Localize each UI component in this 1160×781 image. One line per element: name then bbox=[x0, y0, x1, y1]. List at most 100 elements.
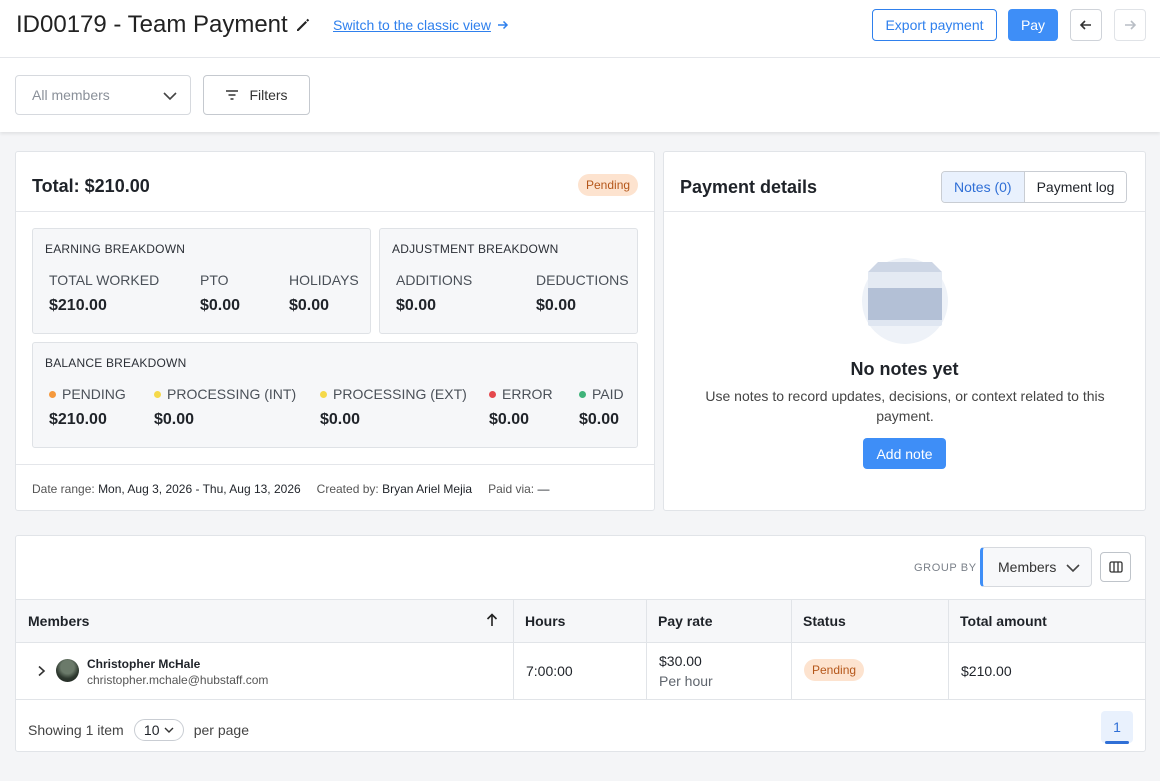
status-badge: Pending bbox=[578, 174, 639, 196]
empty-box-icon bbox=[862, 258, 948, 344]
chevron-right-icon[interactable] bbox=[36, 665, 46, 677]
filter-icon bbox=[226, 90, 239, 100]
paid-via: Paid via: — bbox=[488, 482, 549, 496]
table-row: Christopher McHale christopher.mchale@hu… bbox=[16, 643, 1145, 700]
member-email: christopher.mchale@hubstaff.com bbox=[87, 673, 269, 687]
pencil-icon[interactable] bbox=[294, 16, 312, 34]
column-total-amount[interactable]: Total amount bbox=[948, 600, 1146, 642]
paid-dot bbox=[579, 390, 586, 398]
pto-value: $0.00 bbox=[200, 297, 241, 314]
column-members[interactable]: Members bbox=[16, 600, 513, 642]
group-by-value: Members bbox=[998, 559, 1057, 575]
total-worked-value: $210.00 bbox=[49, 297, 107, 314]
date-range-label: Date range: bbox=[32, 482, 95, 496]
processing-ext-value: $0.00 bbox=[320, 411, 361, 428]
paid-via-label: Paid via: bbox=[488, 482, 535, 496]
filters-button-label: Filters bbox=[249, 87, 288, 103]
previous-payment-button[interactable] bbox=[1070, 9, 1102, 41]
additions-label: ADDITIONS bbox=[396, 272, 473, 288]
classic-view-link[interactable]: Switch to the classic view bbox=[333, 17, 509, 33]
pay-rate-cell: $30.00 bbox=[659, 653, 702, 669]
column-status[interactable]: Status bbox=[791, 600, 948, 642]
balance-breakdown-title: BALANCE BREAKDOWN bbox=[45, 356, 187, 370]
empty-state-title: No notes yet bbox=[850, 359, 959, 379]
pay-rate-unit: Per hour bbox=[659, 673, 713, 689]
group-by-select[interactable]: Members bbox=[980, 547, 1092, 587]
payment-details-title: Payment details bbox=[680, 177, 818, 197]
export-payment-button[interactable]: Export payment bbox=[872, 9, 997, 41]
members-select-placeholder: All members bbox=[32, 87, 110, 103]
processing-int-dot bbox=[154, 390, 161, 398]
pto-label: PTO bbox=[200, 272, 229, 288]
per-page-select[interactable]: 10 bbox=[133, 719, 184, 741]
error-label: ERROR bbox=[489, 386, 553, 402]
processing-ext-label-text: PROCESSING (EXT) bbox=[333, 386, 467, 402]
members-select[interactable]: All members bbox=[15, 75, 191, 115]
pay-button[interactable]: Pay bbox=[1008, 9, 1058, 41]
per-page-value: 10 bbox=[143, 722, 160, 738]
paid-label-text: PAID bbox=[592, 386, 624, 402]
arrow-left-icon bbox=[1079, 20, 1091, 30]
page-title: ID00179 - Team Payment bbox=[16, 11, 288, 38]
deductions-value: $0.00 bbox=[536, 297, 577, 314]
divider bbox=[16, 211, 654, 212]
per-page-label: per page bbox=[193, 722, 249, 738]
adjustment-breakdown-title: ADJUSTMENT BREAKDOWN bbox=[392, 242, 559, 256]
paid-label: PAID bbox=[579, 386, 624, 402]
balance-breakdown: BALANCE BREAKDOWN PENDING $210.00 PROCES… bbox=[32, 342, 638, 448]
next-payment-button[interactable] bbox=[1114, 9, 1146, 41]
error-value: $0.00 bbox=[489, 411, 530, 428]
chevron-down-icon bbox=[163, 92, 177, 101]
pagination-summary: Showing 1 item 10 per page bbox=[28, 719, 249, 741]
paid-value: $0.00 bbox=[579, 411, 620, 428]
processing-int-label: PROCESSING (INT) bbox=[154, 386, 296, 402]
pending-dot bbox=[49, 390, 56, 398]
adjustment-breakdown: ADJUSTMENT BREAKDOWN ADDITIONS $0.00 DED… bbox=[379, 228, 638, 334]
classic-view-link-label: Switch to the classic view bbox=[333, 17, 491, 33]
processing-int-label-text: PROCESSING (INT) bbox=[167, 386, 297, 402]
member-name: Christopher McHale bbox=[87, 657, 201, 671]
hours-cell: 7:00:00 bbox=[526, 663, 573, 679]
table-header: Members Hours Pay rate Status Total amou… bbox=[16, 599, 1145, 643]
sort-ascending-icon[interactable] bbox=[486, 613, 498, 627]
earning-breakdown-title: EARNING BREAKDOWN bbox=[45, 242, 186, 256]
columns-icon bbox=[1108, 561, 1123, 573]
filter-bar: All members Filters bbox=[0, 58, 1160, 132]
column-pay-rate[interactable]: Pay rate bbox=[646, 600, 791, 642]
payment-details-card: Payment details Notes (0) Payment log No… bbox=[663, 151, 1146, 511]
error-label-text: ERROR bbox=[502, 386, 553, 402]
empty-state-description: Use notes to record updates, decisions, … bbox=[705, 388, 1105, 424]
page-header: ID00179 - Team Payment Switch to the cla… bbox=[0, 0, 1160, 58]
created-by-label: Created by: bbox=[316, 482, 379, 496]
earning-breakdown: EARNING BREAKDOWN TOTAL WORKED $210.00 P… bbox=[32, 228, 371, 334]
error-dot bbox=[489, 390, 496, 398]
members-table-card: GROUP BY Members Members Hours Pay rate … bbox=[15, 535, 1146, 752]
processing-ext-label: PROCESSING (EXT) bbox=[320, 386, 467, 402]
date-range: Date range: Mon, Aug 3, 2026 - Thu, Aug … bbox=[32, 482, 301, 496]
tab-payment-log[interactable]: Payment log bbox=[1024, 172, 1127, 202]
pending-label: PENDING bbox=[49, 386, 126, 402]
avatar bbox=[56, 659, 79, 682]
page-button-1[interactable]: 1 bbox=[1101, 711, 1133, 744]
total-amount-title: Total: $210.00 bbox=[32, 176, 150, 196]
columns-toggle-button[interactable] bbox=[1100, 552, 1131, 582]
payment-summary-card: Total: $210.00 Pending EARNING BREAKDOWN… bbox=[15, 151, 655, 511]
paid-via-value: — bbox=[537, 482, 550, 496]
processing-ext-dot bbox=[320, 390, 327, 398]
arrow-right-icon bbox=[1125, 20, 1137, 30]
arrow-right-icon bbox=[497, 20, 509, 30]
created-by-value: Bryan Ariel Mejia bbox=[382, 482, 473, 496]
add-note-button[interactable]: Add note bbox=[863, 438, 946, 469]
total-worked-label: TOTAL WORKED bbox=[49, 272, 160, 288]
holidays-label: HOLIDAYS bbox=[289, 272, 359, 288]
divider bbox=[16, 464, 654, 465]
tab-notes[interactable]: Notes (0) bbox=[942, 172, 1025, 202]
pending-label-text: PENDING bbox=[62, 386, 126, 402]
details-tabs: Notes (0) Payment log bbox=[941, 171, 1128, 203]
column-hours[interactable]: Hours bbox=[513, 600, 646, 642]
showing-count: Showing 1 item bbox=[28, 722, 124, 738]
group-by-label: GROUP BY bbox=[914, 562, 977, 574]
filters-button[interactable]: Filters bbox=[203, 75, 310, 115]
deductions-label: DEDUCTIONS bbox=[536, 272, 629, 288]
created-by: Created by: Bryan Ariel Mejia bbox=[317, 482, 472, 496]
